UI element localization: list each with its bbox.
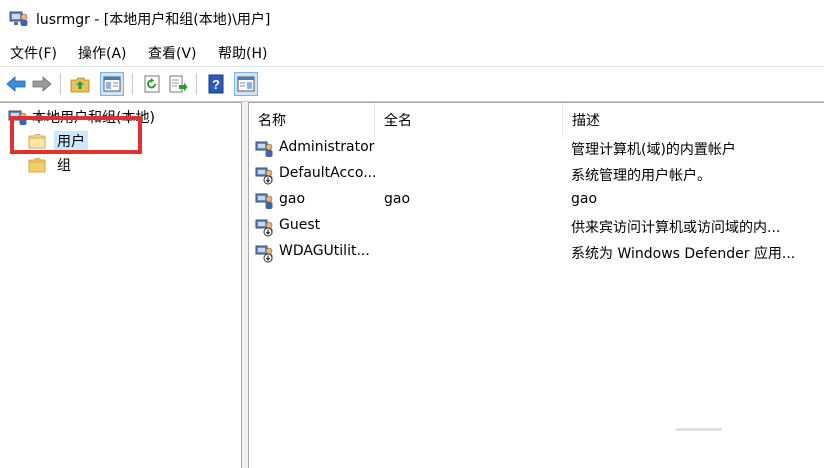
toolbar-separator bbox=[196, 73, 197, 95]
user-full-name: gao bbox=[384, 191, 411, 207]
title-bar: lusrmgr - [本地用户和组(本地)\用户] bbox=[0, 0, 824, 38]
computer-users-icon bbox=[9, 11, 28, 26]
menu-help[interactable]: 帮助(H) bbox=[216, 42, 269, 64]
column-header-name[interactable]: 名称 bbox=[249, 103, 375, 137]
user-description: 系统管理的用户帐户。 bbox=[571, 168, 711, 184]
menu-file[interactable]: 文件(F) bbox=[8, 42, 59, 64]
export-list-icon bbox=[169, 75, 188, 93]
disabled-user-account-icon bbox=[255, 245, 273, 263]
action-pane-icon bbox=[237, 76, 255, 92]
toolbar-separator bbox=[132, 73, 133, 95]
help-icon: ? bbox=[208, 74, 224, 94]
user-name: Administrator bbox=[279, 139, 375, 155]
user-row[interactable]: gao gao gao bbox=[249, 189, 824, 213]
user-name: Guest bbox=[279, 217, 321, 233]
back-arrow-icon bbox=[6, 76, 26, 92]
menu-action[interactable]: 操作(A) bbox=[76, 42, 129, 64]
up-level-button[interactable] bbox=[68, 72, 92, 96]
user-description: 管理计算机(域)的内置帐户 bbox=[571, 142, 736, 158]
user-description: gao bbox=[571, 191, 598, 207]
tree-item-groups[interactable]: 组 bbox=[28, 155, 74, 175]
folder-icon bbox=[28, 158, 46, 173]
user-name: gao bbox=[279, 191, 306, 207]
red-highlight-annotation bbox=[10, 116, 142, 154]
user-name: DefaultAcco... bbox=[279, 165, 375, 181]
user-account-icon bbox=[255, 141, 273, 157]
forward-button[interactable] bbox=[30, 72, 54, 96]
back-button[interactable] bbox=[4, 72, 28, 96]
toolbar-separator bbox=[60, 73, 61, 95]
user-account-icon bbox=[255, 193, 273, 209]
user-row[interactable]: Administrator 管理计算机(域)的内置帐户 bbox=[249, 137, 824, 161]
forward-arrow-icon bbox=[32, 76, 52, 92]
user-row[interactable]: WDAGUtilit... 系统为 Windows Defender 应用... bbox=[249, 241, 824, 265]
user-row[interactable]: DefaultAcco... 系统管理的用户帐户。 bbox=[249, 163, 824, 187]
user-description: 系统为 Windows Defender 应用... bbox=[571, 246, 796, 262]
toolbar: ? bbox=[0, 66, 824, 102]
user-name: WDAGUtilit... bbox=[279, 243, 370, 259]
column-header-full-name[interactable]: 全名 bbox=[375, 103, 563, 137]
menu-view[interactable]: 查看(V) bbox=[146, 42, 199, 64]
menu-bar: 文件(F) 操作(A) 查看(V) 帮助(H) bbox=[0, 40, 824, 64]
show-hide-tree-icon bbox=[103, 76, 121, 92]
user-description: 供来宾访问计算机或访问域的内... bbox=[571, 220, 781, 236]
tree-pane[interactable]: 本地用户和组(本地) 用户 组 bbox=[0, 102, 242, 468]
user-row[interactable]: Guest 供来宾访问计算机或访问域的内... bbox=[249, 215, 824, 239]
help-button[interactable]: ? bbox=[204, 72, 228, 96]
list-pane[interactable]: 名称 全名 描述 Administrator 管理计算机(域)的内置帐户 Def… bbox=[248, 102, 824, 468]
refresh-button[interactable] bbox=[140, 72, 164, 96]
window-title: lusrmgr - [本地用户和组(本地)\用户] bbox=[36, 12, 271, 28]
export-list-button[interactable] bbox=[166, 72, 190, 96]
disabled-user-account-icon bbox=[255, 167, 273, 185]
svg-text:?: ? bbox=[212, 77, 220, 92]
up-folder-icon bbox=[70, 77, 90, 93]
disabled-user-account-icon bbox=[255, 219, 273, 237]
column-header-description[interactable]: 描述 bbox=[563, 103, 824, 137]
refresh-icon bbox=[144, 75, 160, 93]
action-pane-button[interactable] bbox=[234, 72, 258, 96]
scroll-indicator[interactable] bbox=[676, 428, 722, 431]
show-hide-tree-button[interactable] bbox=[100, 72, 124, 96]
tree-item-groups-label: 组 bbox=[57, 158, 71, 174]
